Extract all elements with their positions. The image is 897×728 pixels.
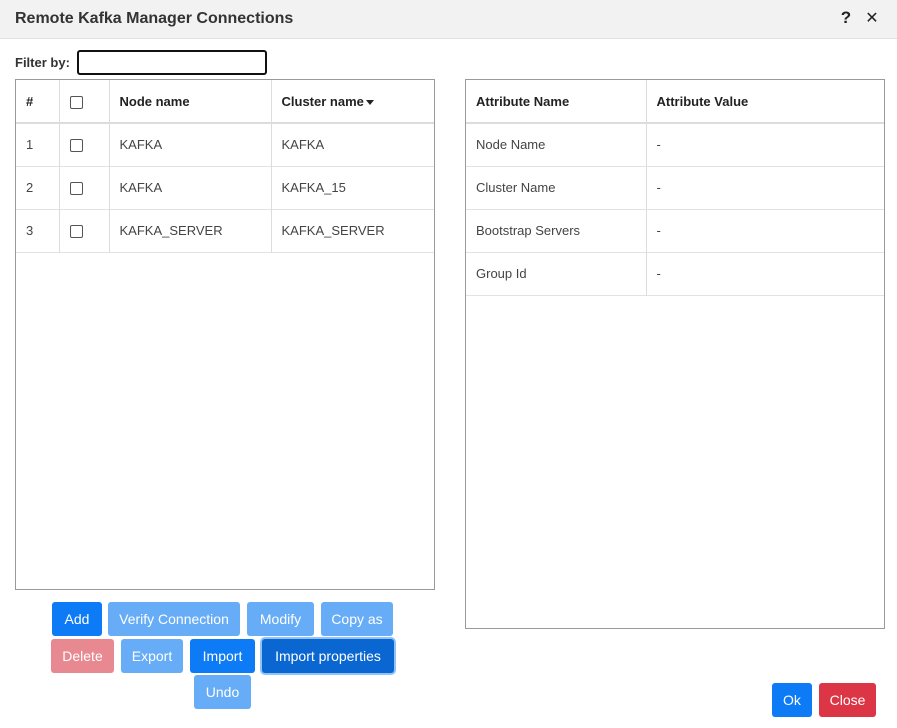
attribute-value: - [656,266,661,281]
table-row[interactable]: 1 KAFKA KAFKA [16,123,434,166]
table-row: Cluster Name - [466,166,884,209]
row-cluster-name: KAFKA_SERVER [281,223,385,238]
row-index: 1 [16,123,60,166]
table-header-row: # Node name Cluster name [16,80,434,123]
attribute-name: Group Id [466,252,647,295]
modify-button[interactable]: Modify [247,602,314,636]
table-row: Bootstrap Servers - [466,209,884,252]
cluster-name-header-label: Cluster name [281,93,364,109]
connections-table: # Node name Cluster name 1 KAFKA KAFKA 2 [16,80,434,253]
import-properties-button[interactable]: Import properties [262,639,394,673]
row-select-cell [59,123,110,166]
copy-as-button[interactable]: Copy as [321,602,393,636]
ok-button[interactable]: Ok [772,683,812,717]
filter-input[interactable] [77,50,267,75]
row-index: 2 [16,166,60,209]
table-row: Node Name - [466,123,884,166]
column-header-cluster-name[interactable]: Cluster name [271,80,434,123]
table-row: Group Id - [466,252,884,295]
table-row[interactable]: 2 KAFKA KAFKA_15 [16,166,434,209]
filter-label: Filter by: [15,55,70,70]
column-header-index: # [16,80,60,123]
connections-panel: # Node name Cluster name 1 KAFKA KAFKA 2 [15,79,435,590]
undo-button[interactable]: Undo [194,675,251,709]
column-header-attribute-name: Attribute Name [466,80,647,123]
column-header-attribute-value: Attribute Value [656,93,749,109]
attribute-value: - [656,137,661,153]
select-all-checkbox[interactable] [69,95,83,109]
delete-button[interactable]: Delete [51,639,114,673]
row-node-name: KAFKA [109,166,272,209]
attribute-name: Bootstrap Servers [466,209,647,252]
help-icon[interactable]: ? [838,8,854,28]
attribute-value: - [656,180,661,195]
row-checkbox[interactable] [69,182,83,196]
dialog-header: Remote Kafka Manager Connections ? ✕ [0,0,897,39]
attributes-panel: Attribute Name Attribute Value Node Name… [465,79,885,629]
attributes-table: Attribute Name Attribute Value Node Name… [466,80,884,296]
import-button[interactable]: Import [190,639,255,673]
close-button[interactable]: Close [819,683,876,717]
row-select-cell [59,209,110,252]
sort-desc-icon [365,99,374,105]
row-node-name: KAFKA_SERVER [109,209,272,252]
verify-connection-button[interactable]: Verify Connection [108,602,240,636]
attribute-name: Node Name [466,123,647,166]
close-icon[interactable]: ✕ [864,9,880,29]
add-button[interactable]: Add [52,602,102,636]
column-header-select [59,80,110,123]
attribute-value: - [656,223,661,238]
row-node-name: KAFKA [109,123,272,166]
table-header-row: Attribute Name Attribute Value [466,80,884,123]
row-select-cell [59,166,110,209]
row-cluster-name: KAFKA_15 [281,180,346,195]
dialog-title: Remote Kafka Manager Connections [15,10,294,27]
row-index: 3 [16,209,60,252]
column-header-node-name[interactable]: Node name [109,80,272,123]
table-row[interactable]: 3 KAFKA_SERVER KAFKA_SERVER [16,209,434,252]
attribute-name: Cluster Name [466,166,647,209]
export-button[interactable]: Export [121,639,183,673]
row-checkbox[interactable] [69,139,83,153]
row-cluster-name: KAFKA [281,137,325,153]
row-checkbox[interactable] [69,225,83,239]
